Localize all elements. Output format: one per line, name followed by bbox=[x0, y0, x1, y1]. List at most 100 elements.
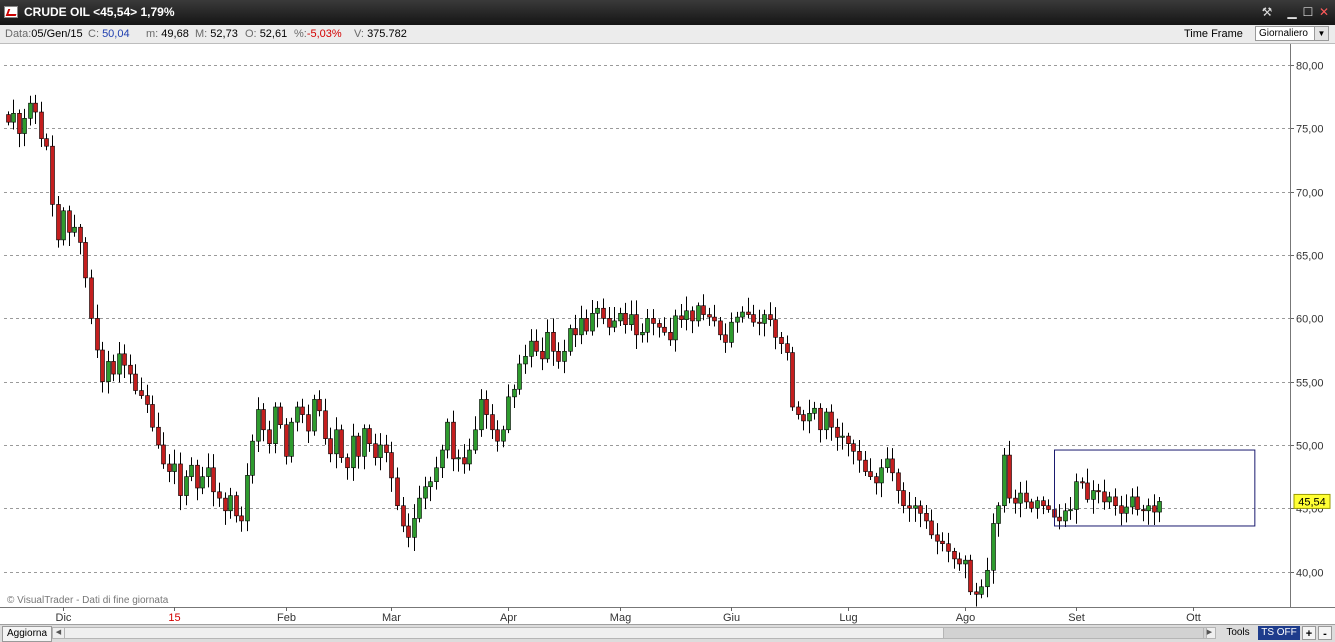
candle-down bbox=[773, 319, 778, 338]
candle-up bbox=[1035, 500, 1040, 509]
timeframe-label: Time Frame bbox=[1184, 28, 1243, 40]
y-tick-label: 60,00 bbox=[1296, 314, 1324, 326]
candle-down bbox=[540, 350, 545, 360]
candle-up bbox=[206, 467, 211, 477]
candle-down bbox=[657, 323, 662, 328]
candle-down bbox=[801, 414, 806, 422]
candle-up bbox=[378, 444, 383, 458]
candle-down bbox=[723, 334, 728, 343]
candle-down bbox=[707, 314, 712, 318]
candle-down bbox=[339, 429, 344, 458]
candle-down bbox=[607, 318, 612, 328]
zoom-out-button[interactable]: - bbox=[1318, 626, 1332, 640]
chevron-down-icon[interactable]: ▼ bbox=[1314, 27, 1328, 40]
candle-down bbox=[395, 477, 400, 507]
x-tick-label: Dic bbox=[56, 612, 72, 624]
candle-up bbox=[72, 226, 77, 233]
x-tick-label: Feb bbox=[277, 612, 296, 624]
x-tick-label: Mar bbox=[382, 612, 401, 624]
close-icon[interactable]: ✕ bbox=[1315, 3, 1333, 21]
candle-down bbox=[551, 331, 556, 352]
candle-up bbox=[735, 316, 740, 323]
candle-down bbox=[401, 505, 406, 527]
candle-down bbox=[284, 424, 289, 457]
y-tick-label: 70,00 bbox=[1296, 188, 1324, 200]
candle-down bbox=[484, 399, 489, 415]
candle-up bbox=[729, 321, 734, 343]
candle-up bbox=[106, 361, 111, 382]
x-tick-label: Apr bbox=[500, 612, 517, 624]
candle-down bbox=[317, 399, 322, 412]
tools-button[interactable]: Tools bbox=[1220, 626, 1256, 640]
candle-down bbox=[495, 429, 500, 442]
candle-up bbox=[428, 481, 433, 488]
timeframe-select[interactable]: Giornaliero ▼ bbox=[1255, 26, 1329, 41]
candle-down bbox=[56, 204, 61, 241]
candle-up bbox=[200, 476, 205, 489]
candle-up bbox=[273, 406, 278, 444]
candle-down bbox=[89, 277, 94, 319]
candle-up bbox=[423, 486, 428, 499]
candle-down bbox=[78, 226, 83, 243]
pin-icon[interactable]: ⚒ bbox=[1258, 3, 1276, 21]
candle-up bbox=[22, 118, 27, 134]
candle-down bbox=[1096, 490, 1101, 493]
candle-up bbox=[629, 314, 634, 326]
close-field: C: 50,04 bbox=[88, 28, 130, 40]
last-price-label: 45,54 bbox=[1298, 496, 1326, 508]
watermark-text: © VisualTrader - Dati di fine giornata bbox=[7, 595, 169, 606]
ts-off-button[interactable]: TS OFF bbox=[1258, 626, 1300, 640]
candle-down bbox=[851, 443, 856, 452]
candle-down bbox=[223, 497, 228, 512]
chart-area[interactable]: 80,00 75,00 70,00 65,00 60,00 55,00 50,00 45,00… bbox=[0, 44, 1335, 624]
candle-down bbox=[907, 505, 912, 509]
candle-down bbox=[1085, 482, 1090, 500]
candle-up bbox=[172, 463, 177, 472]
candle-up bbox=[913, 505, 918, 509]
candle-up bbox=[545, 331, 550, 360]
refresh-button[interactable]: Aggiorna bbox=[2, 626, 53, 642]
candle-down bbox=[267, 429, 272, 444]
candle-down bbox=[156, 426, 161, 446]
candle-down bbox=[1013, 497, 1018, 504]
candle-up bbox=[885, 458, 890, 469]
candle-down bbox=[757, 321, 762, 324]
candle-down bbox=[406, 525, 411, 538]
candle-down bbox=[712, 316, 717, 322]
window-titlebar: CRUDE OIL <45,54> 1,79% ⚒ ▁ ☐ ✕ bbox=[0, 0, 1335, 25]
candle-down bbox=[746, 311, 751, 315]
candle-down bbox=[790, 352, 795, 408]
candle-up bbox=[473, 429, 478, 451]
candlestick-chart[interactable]: 80,0075,0070,0065,0060,0055,0050,0045,00… bbox=[0, 44, 1335, 624]
candle-down bbox=[128, 364, 133, 375]
candle-up bbox=[1107, 496, 1112, 503]
scrollbar-thumb[interactable] bbox=[943, 628, 1207, 638]
candle-down bbox=[95, 318, 100, 351]
x-tick-label: Ott bbox=[1186, 612, 1201, 624]
candle-up bbox=[879, 467, 884, 484]
zoom-in-button[interactable]: + bbox=[1302, 626, 1316, 640]
candle-down bbox=[1102, 491, 1107, 503]
y-tick-label: 65,00 bbox=[1296, 251, 1324, 263]
candle-up bbox=[228, 495, 233, 512]
candle-down bbox=[1141, 509, 1146, 512]
x-tick-label: Set bbox=[1068, 612, 1085, 624]
candle-up bbox=[289, 421, 294, 457]
candle-up bbox=[523, 356, 528, 365]
candle-down bbox=[796, 406, 801, 415]
candle-up bbox=[1068, 509, 1073, 512]
horizontal-scrollbar[interactable]: ◀ ▶ bbox=[52, 627, 1216, 639]
scroll-right-icon[interactable]: ▶ bbox=[1203, 628, 1215, 638]
candle-up bbox=[979, 586, 984, 595]
candle-down bbox=[718, 320, 723, 336]
window-title: CRUDE OIL <45,54> 1,79% bbox=[24, 5, 175, 19]
y-tick-label: 55,00 bbox=[1296, 378, 1324, 390]
candle-down bbox=[924, 513, 929, 522]
candle-up bbox=[568, 328, 573, 352]
scroll-left-icon[interactable]: ◀ bbox=[53, 628, 65, 638]
candle-up bbox=[1063, 510, 1068, 522]
candle-down bbox=[679, 315, 684, 320]
candle-up bbox=[517, 363, 522, 390]
candle-up bbox=[1130, 496, 1135, 508]
candle-up bbox=[250, 440, 255, 476]
